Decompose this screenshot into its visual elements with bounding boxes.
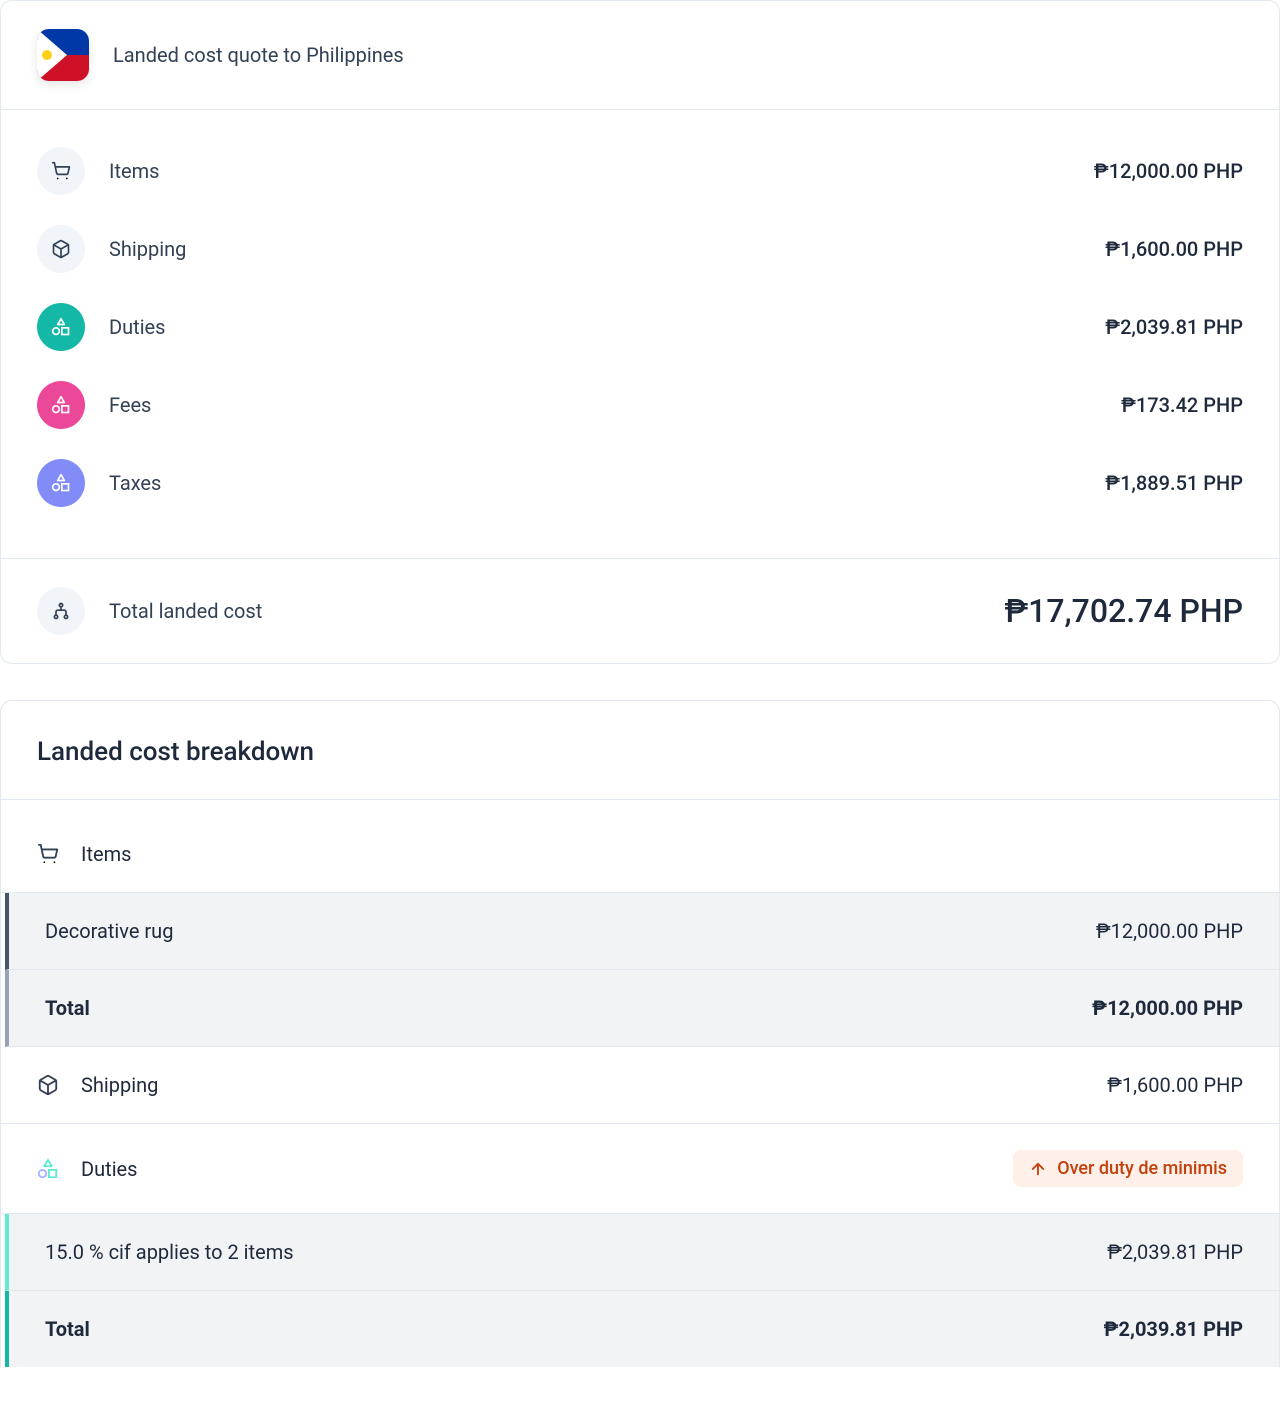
row-value: ₱1,600.00 PHP (1105, 237, 1243, 261)
total-value: ₱17,702.74 PHP (1004, 592, 1243, 630)
package-icon (37, 1074, 59, 1096)
philippines-flag-icon (37, 29, 89, 81)
total-label: Total (45, 1317, 1104, 1341)
section-label: Shipping (81, 1073, 1085, 1097)
total-landed-cost-row: Total landed cost ₱17,702.74 PHP (1, 558, 1279, 663)
row-label: Shipping (109, 237, 1105, 261)
row-value: ₱1,889.51 PHP (1105, 471, 1243, 495)
summary-row-items: Items ₱12,000.00 PHP (37, 132, 1243, 210)
breakdown-item-row: Decorative rug ₱12,000.00 PHP (5, 893, 1279, 970)
row-value: ₱2,039.81 PHP (1105, 315, 1243, 339)
landed-cost-breakdown-card: Landed cost breakdown Items Decorative r… (0, 700, 1280, 1367)
total-label: Total landed cost (109, 599, 1004, 623)
row-label: Fees (109, 393, 1121, 417)
summary-row-taxes: Taxes ₱1,889.51 PHP (37, 444, 1243, 522)
total-value: ₱12,000.00 PHP (1092, 996, 1243, 1020)
section-label: Duties (81, 1157, 991, 1181)
total-value: ₱2,039.81 PHP (1104, 1317, 1243, 1341)
duty-desc: 15.0 % cif applies to 2 items (45, 1240, 1107, 1264)
row-label: Items (109, 159, 1094, 183)
shipping-value: ₱1,600.00 PHP (1107, 1073, 1243, 1097)
tag-text: Over duty de minimis (1057, 1158, 1227, 1179)
arrow-up-icon (1029, 1160, 1047, 1178)
breakdown-duty-row: 15.0 % cif applies to 2 items ₱2,039.81 … (5, 1214, 1279, 1291)
breakdown-items-header: Items (1, 800, 1279, 893)
breakdown-items-total-row: Total ₱12,000.00 PHP (5, 970, 1279, 1047)
breakdown-duties-total-row: Total ₱2,039.81 PHP (5, 1291, 1279, 1367)
landed-cost-quote-card: Landed cost quote to Philippines Items ₱… (0, 0, 1280, 664)
package-icon (37, 225, 85, 273)
total-label: Total (45, 996, 1092, 1020)
summary-body: Items ₱12,000.00 PHP Shipping ₱1,600.00 … (1, 110, 1279, 558)
shapes-icon (37, 1158, 59, 1180)
row-label: Taxes (109, 471, 1105, 495)
quote-card-header: Landed cost quote to Philippines (1, 1, 1279, 110)
summary-row-duties: Duties ₱2,039.81 PHP (37, 288, 1243, 366)
breakdown-duties-header: Duties Over duty de minimis (1, 1124, 1279, 1214)
row-value: ₱12,000.00 PHP (1094, 159, 1243, 183)
shapes-icon (37, 303, 85, 351)
hierarchy-icon (37, 587, 85, 635)
shapes-icon (37, 381, 85, 429)
item-name: Decorative rug (45, 919, 1096, 943)
shapes-icon (37, 459, 85, 507)
quote-title: Landed cost quote to Philippines (113, 43, 404, 67)
duty-value: ₱2,039.81 PHP (1107, 1240, 1243, 1264)
summary-row-fees: Fees ₱173.42 PHP (37, 366, 1243, 444)
over-de-minimis-tag: Over duty de minimis (1013, 1150, 1243, 1187)
row-label: Duties (109, 315, 1105, 339)
summary-row-shipping: Shipping ₱1,600.00 PHP (37, 210, 1243, 288)
row-value: ₱173.42 PHP (1121, 393, 1243, 417)
breakdown-header: Landed cost breakdown (1, 701, 1279, 800)
cart-icon (37, 843, 59, 865)
breakdown-shipping-row: Shipping ₱1,600.00 PHP (1, 1047, 1279, 1124)
breakdown-title: Landed cost breakdown (37, 737, 1243, 767)
cart-icon (37, 147, 85, 195)
section-label: Items (81, 842, 1243, 866)
item-value: ₱12,000.00 PHP (1096, 919, 1243, 943)
